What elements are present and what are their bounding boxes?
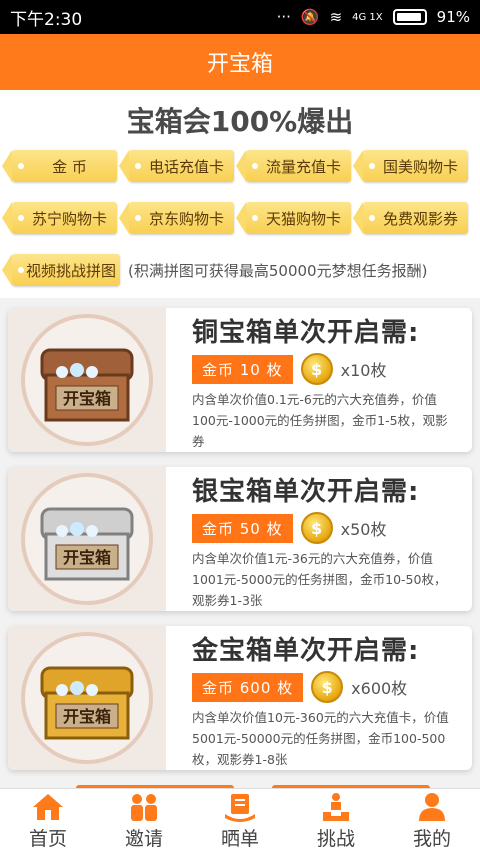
svg-text:开宝箱: 开宝箱: [63, 548, 111, 567]
chest-card-gold[interactable]: 开宝箱 金宝箱单次开启需: 金币 600 枚 $ x600枚 内含单次价值10元…: [8, 626, 472, 770]
battery-icon: [392, 9, 427, 25]
app-header: 开宝箱: [0, 34, 480, 90]
coin-icon: $: [311, 671, 344, 703]
invite-icon: [127, 792, 161, 822]
svg-text:开宝箱: 开宝箱: [63, 707, 111, 726]
nav-label: 首页: [28, 827, 67, 850]
silver-chest-image: 开宝箱: [21, 473, 153, 605]
chest-description: 内含单次价值0.1元-6元的六大充值券，价值100元-1000元的任务拼图，金币…: [192, 392, 448, 449]
chest-card-silver[interactable]: 开宝箱 银宝箱单次开启需: 金币 50 枚 $ x50枚 内含单次价值1元-36…: [8, 467, 472, 611]
chest-title: 金宝箱单次开启需:: [192, 636, 420, 666]
coin-icon: $: [300, 512, 333, 544]
svg-text:开宝箱: 开宝箱: [63, 389, 111, 408]
chest-icon: 开宝箱: [40, 507, 134, 581]
chest-icon: 开宝箱: [40, 666, 134, 740]
message-icon: ···: [276, 8, 291, 26]
chest-title: 铜宝箱单次开启需:: [192, 318, 420, 348]
price-badge: 金币 50 枚: [192, 513, 293, 543]
chest-icon: 开宝箱: [40, 348, 134, 422]
hero-section: 宝箱会100%爆出 金 币 电话充值卡 流量充值卡 国美购物卡 苏宁购物卡 京东…: [0, 90, 480, 298]
tag-coins: 金 币: [2, 150, 117, 182]
nav-label: 我的: [412, 827, 451, 850]
chest-title: 银宝箱单次开启需:: [192, 477, 420, 507]
tag-suning-card: 苏宁购物卡: [2, 202, 117, 234]
tag-movie-ticket: 免费观影券: [353, 202, 468, 234]
tag-gome-card: 国美购物卡: [353, 150, 468, 182]
chest-card-copper[interactable]: 开宝箱 铜宝箱单次开启需: 金币 10 枚 $ x10枚 内含单次价值0.1元-…: [8, 308, 472, 452]
coin-multiplier: x10枚: [340, 361, 387, 380]
coin-multiplier: x600枚: [351, 679, 408, 698]
chest-description: 内含单次价值10元-360元的六大充值卡，价值5001元-50000元的任务拼图…: [192, 710, 449, 767]
bottom-nav: 首页 邀请 晒单 挑战 我的: [0, 788, 480, 853]
tag-video-challenge: 视频挑战拼图: [2, 254, 120, 286]
wifi-icon: ≋: [329, 8, 343, 26]
share-order-icon: [223, 792, 257, 822]
hero-title: 宝箱会100%爆出: [126, 105, 354, 138]
battery-level: 91%: [436, 8, 470, 26]
page-title: 开宝箱: [206, 52, 273, 77]
nav-challenge[interactable]: 挑战: [288, 789, 384, 853]
home-icon: [31, 792, 65, 822]
nav-invite[interactable]: 邀请: [96, 789, 192, 853]
price-badge: 金币 600 枚: [192, 672, 304, 702]
tag-data-card: 流量充值卡: [236, 150, 351, 182]
status-bar: 下午2:30 ··· 🔕 ≋ 4G 1X 91%: [0, 0, 480, 34]
mute-icon: 🔕: [300, 8, 320, 26]
nav-home[interactable]: 首页: [0, 789, 96, 853]
nav-label: 挑战: [316, 827, 355, 850]
prize-tags: 金 币 电话充值卡 流量充值卡 国美购物卡 苏宁购物卡 京东购物卡 天猫购物卡 …: [0, 150, 480, 234]
nav-label: 邀请: [124, 827, 163, 850]
tag-tmall-card: 天猫购物卡: [236, 202, 351, 234]
chest-description: 内含单次价值1元-36元的六大充值券，价值1001元-5000元的任务拼图，金币…: [192, 551, 447, 608]
signal-icon: 4G 1X: [352, 11, 383, 23]
gold-chest-image: 开宝箱: [21, 632, 153, 764]
status-time: 下午2:30: [10, 9, 83, 30]
challenge-icon: [319, 792, 353, 822]
tag-jd-card: 京东购物卡: [119, 202, 234, 234]
challenge-row: 视频挑战拼图 (积满拼图可获得最高50000元梦想任务报酬): [0, 234, 480, 286]
nav-share-order[interactable]: 晒单: [192, 789, 288, 853]
coin-icon: $: [300, 353, 333, 385]
nav-profile[interactable]: 我的: [384, 789, 480, 853]
copper-chest-image: 开宝箱: [21, 314, 153, 446]
coin-multiplier: x50枚: [340, 520, 387, 539]
nav-label: 晒单: [220, 827, 259, 850]
chest-list: 开宝箱 铜宝箱单次开启需: 金币 10 枚 $ x10枚 内含单次价值0.1元-…: [0, 298, 480, 791]
tag-phone-card: 电话充值卡: [119, 150, 234, 182]
price-badge: 金币 10 枚: [192, 354, 293, 384]
profile-icon: [415, 792, 449, 822]
challenge-note: (积满拼图可获得最高50000元梦想任务报酬): [128, 261, 428, 280]
